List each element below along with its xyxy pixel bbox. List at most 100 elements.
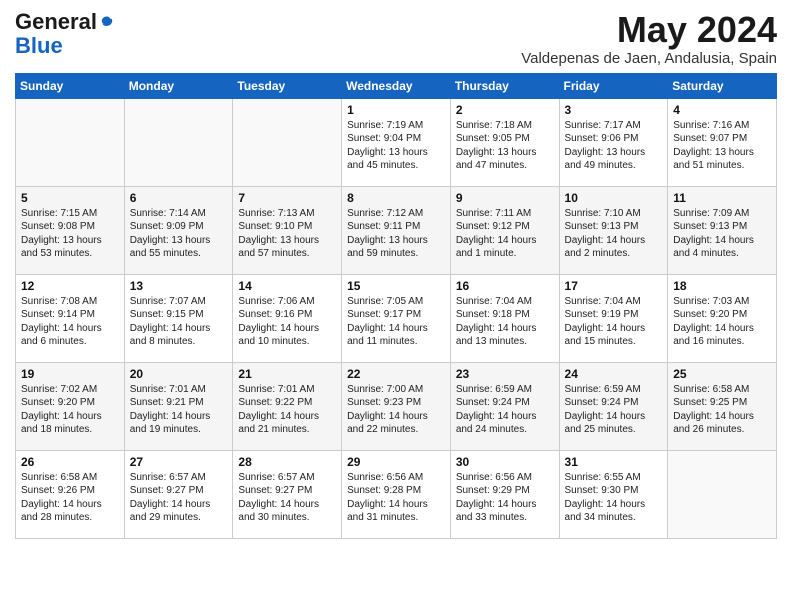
calendar-cell: 25Sunrise: 6:58 AM Sunset: 9:25 PM Dayli…	[668, 362, 777, 450]
page: General Blue May 2024 Valdepenas de Jaen…	[0, 0, 792, 554]
calendar-row: 26Sunrise: 6:58 AM Sunset: 9:26 PM Dayli…	[16, 450, 777, 538]
logo-blue-text: Blue	[15, 33, 63, 58]
logo-general-text: General	[15, 10, 97, 34]
calendar-cell: 4 Sunrise: 7:16 AM Sunset: 9:07 PM Daylig…	[668, 98, 777, 186]
cell-day-number: 4	[673, 103, 771, 117]
cell-day-number: 10	[565, 191, 663, 205]
calendar-cell: 3 Sunrise: 7:17 AM Sunset: 9:06 PM Daylig…	[559, 98, 668, 186]
location-subtitle: Valdepenas de Jaen, Andalusia, Spain	[521, 50, 777, 67]
cell-day-number: 15	[347, 279, 445, 293]
cell-info-text: Sunrise: 7:09 AM Sunset: 9:13 PM Dayligh…	[673, 207, 771, 261]
cell-day-number: 12	[21, 279, 119, 293]
calendar-row: 1Sunrise: 7:19 AM Sunset: 9:04 PM Daylig…	[16, 98, 777, 186]
calendar-cell: 1Sunrise: 7:19 AM Sunset: 9:04 PM Daylig…	[342, 98, 451, 186]
logo: General Blue	[15, 10, 117, 58]
cell-info-text: Sunrise: 7:16 AM Sunset: 9:07 PM Dayligh…	[673, 119, 771, 173]
cell-day-number: 11	[673, 191, 771, 205]
calendar-cell: 17 Sunrise: 7:04 AM Sunset: 9:19 PM Dayli…	[559, 274, 668, 362]
cell-day-number: 26	[21, 455, 119, 469]
cell-info-text: Sunrise: 7:07 AM Sunset: 9:15 PM Dayligh…	[130, 295, 228, 349]
cell-info-text: Sunrise: 7:17 AM Sunset: 9:06 PM Dayligh…	[565, 119, 663, 173]
calendar-cell	[16, 98, 125, 186]
cell-day-number: 18	[673, 279, 771, 293]
cell-day-number: 7	[238, 191, 336, 205]
cell-info-text: Sunrise: 6:58 AM Sunset: 9:25 PM Dayligh…	[673, 383, 771, 437]
calendar-cell: 23 Sunrise: 6:59 AM Sunset: 9:24 PM Dayli…	[450, 362, 559, 450]
cell-day-number: 17	[565, 279, 663, 293]
cell-info-text: Sunrise: 7:15 AM Sunset: 9:08 PM Dayligh…	[21, 207, 119, 261]
calendar-cell: 18 Sunrise: 7:03 AM Sunset: 9:20 PM Dayli…	[668, 274, 777, 362]
cell-day-number: 13	[130, 279, 228, 293]
calendar-table: SundayMondayTuesdayWednesdayThursdayFrid…	[15, 73, 777, 539]
cell-day-number: 31	[565, 455, 663, 469]
weekday-header: Wednesday	[342, 73, 451, 98]
weekday-header: Saturday	[668, 73, 777, 98]
logo-bird-icon	[99, 13, 117, 31]
cell-info-text: Sunrise: 7:12 AM Sunset: 9:11 PM Dayligh…	[347, 207, 445, 261]
calendar-cell: 10 Sunrise: 7:10 AM Sunset: 9:13 PM Dayli…	[559, 186, 668, 274]
cell-info-text: Sunrise: 7:04 AM Sunset: 9:18 PM Dayligh…	[456, 295, 554, 349]
cell-info-text: Sunrise: 7:13 AM Sunset: 9:10 PM Dayligh…	[238, 207, 336, 261]
cell-day-number: 19	[21, 367, 119, 381]
calendar-cell: 20 Sunrise: 7:01 AM Sunset: 9:21 PM Dayli…	[124, 362, 233, 450]
cell-info-text: Sunrise: 6:56 AM Sunset: 9:29 PM Dayligh…	[456, 471, 554, 525]
calendar-cell: 31 Sunrise: 6:55 AM Sunset: 9:30 PM Dayli…	[559, 450, 668, 538]
cell-info-text: Sunrise: 7:10 AM Sunset: 9:13 PM Dayligh…	[565, 207, 663, 261]
cell-info-text: Sunrise: 7:03 AM Sunset: 9:20 PM Dayligh…	[673, 295, 771, 349]
cell-day-number: 22	[347, 367, 445, 381]
header: General Blue May 2024 Valdepenas de Jaen…	[15, 10, 777, 67]
cell-info-text: Sunrise: 7:01 AM Sunset: 9:22 PM Dayligh…	[238, 383, 336, 437]
weekday-header: Sunday	[16, 73, 125, 98]
cell-day-number: 20	[130, 367, 228, 381]
header-row: SundayMondayTuesdayWednesdayThursdayFrid…	[16, 73, 777, 98]
cell-info-text: Sunrise: 6:55 AM Sunset: 9:30 PM Dayligh…	[565, 471, 663, 525]
calendar-cell: 27Sunrise: 6:57 AM Sunset: 9:27 PM Dayli…	[124, 450, 233, 538]
calendar-cell	[233, 98, 342, 186]
calendar-cell: 8Sunrise: 7:12 AM Sunset: 9:11 PM Daylig…	[342, 186, 451, 274]
calendar-cell: 26Sunrise: 6:58 AM Sunset: 9:26 PM Dayli…	[16, 450, 125, 538]
cell-day-number: 27	[130, 455, 228, 469]
cell-info-text: Sunrise: 7:05 AM Sunset: 9:17 PM Dayligh…	[347, 295, 445, 349]
calendar-cell: 19 Sunrise: 7:02 AM Sunset: 9:20 PM Dayli…	[16, 362, 125, 450]
calendar-cell	[668, 450, 777, 538]
cell-info-text: Sunrise: 7:18 AM Sunset: 9:05 PM Dayligh…	[456, 119, 554, 173]
calendar-row: 5 Sunrise: 7:15 AM Sunset: 9:08 PM Daylig…	[16, 186, 777, 274]
calendar-cell: 12Sunrise: 7:08 AM Sunset: 9:14 PM Dayli…	[16, 274, 125, 362]
cell-day-number: 1	[347, 103, 445, 117]
calendar-cell: 9Sunrise: 7:11 AM Sunset: 9:12 PM Daylig…	[450, 186, 559, 274]
cell-info-text: Sunrise: 7:14 AM Sunset: 9:09 PM Dayligh…	[130, 207, 228, 261]
calendar-cell: 21 Sunrise: 7:01 AM Sunset: 9:22 PM Dayli…	[233, 362, 342, 450]
cell-info-text: Sunrise: 7:04 AM Sunset: 9:19 PM Dayligh…	[565, 295, 663, 349]
calendar-cell: 16Sunrise: 7:04 AM Sunset: 9:18 PM Dayli…	[450, 274, 559, 362]
calendar-cell: 22 Sunrise: 7:00 AM Sunset: 9:23 PM Dayli…	[342, 362, 451, 450]
calendar-cell: 2 Sunrise: 7:18 AM Sunset: 9:05 PM Daylig…	[450, 98, 559, 186]
cell-day-number: 2	[456, 103, 554, 117]
cell-day-number: 14	[238, 279, 336, 293]
weekday-header: Thursday	[450, 73, 559, 98]
cell-info-text: Sunrise: 7:01 AM Sunset: 9:21 PM Dayligh…	[130, 383, 228, 437]
month-title: May 2024	[521, 10, 777, 50]
calendar-row: 12Sunrise: 7:08 AM Sunset: 9:14 PM Dayli…	[16, 274, 777, 362]
cell-info-text: Sunrise: 7:00 AM Sunset: 9:23 PM Dayligh…	[347, 383, 445, 437]
calendar-row: 19 Sunrise: 7:02 AM Sunset: 9:20 PM Dayli…	[16, 362, 777, 450]
cell-day-number: 21	[238, 367, 336, 381]
cell-info-text: Sunrise: 7:02 AM Sunset: 9:20 PM Dayligh…	[21, 383, 119, 437]
calendar-cell: 28 Sunrise: 6:57 AM Sunset: 9:27 PM Dayli…	[233, 450, 342, 538]
calendar-cell	[124, 98, 233, 186]
cell-day-number: 5	[21, 191, 119, 205]
calendar-cell: 13 Sunrise: 7:07 AM Sunset: 9:15 PM Dayli…	[124, 274, 233, 362]
cell-info-text: Sunrise: 6:59 AM Sunset: 9:24 PM Dayligh…	[456, 383, 554, 437]
weekday-header: Friday	[559, 73, 668, 98]
cell-day-number: 6	[130, 191, 228, 205]
cell-day-number: 29	[347, 455, 445, 469]
cell-info-text: Sunrise: 6:56 AM Sunset: 9:28 PM Dayligh…	[347, 471, 445, 525]
cell-day-number: 23	[456, 367, 554, 381]
cell-info-text: Sunrise: 6:59 AM Sunset: 9:24 PM Dayligh…	[565, 383, 663, 437]
cell-info-text: Sunrise: 7:11 AM Sunset: 9:12 PM Dayligh…	[456, 207, 554, 261]
weekday-header: Monday	[124, 73, 233, 98]
calendar-cell: 29 Sunrise: 6:56 AM Sunset: 9:28 PM Dayli…	[342, 450, 451, 538]
calendar-cell: 7 Sunrise: 7:13 AM Sunset: 9:10 PM Daylig…	[233, 186, 342, 274]
cell-day-number: 3	[565, 103, 663, 117]
cell-day-number: 28	[238, 455, 336, 469]
cell-info-text: Sunrise: 6:57 AM Sunset: 9:27 PM Dayligh…	[238, 471, 336, 525]
